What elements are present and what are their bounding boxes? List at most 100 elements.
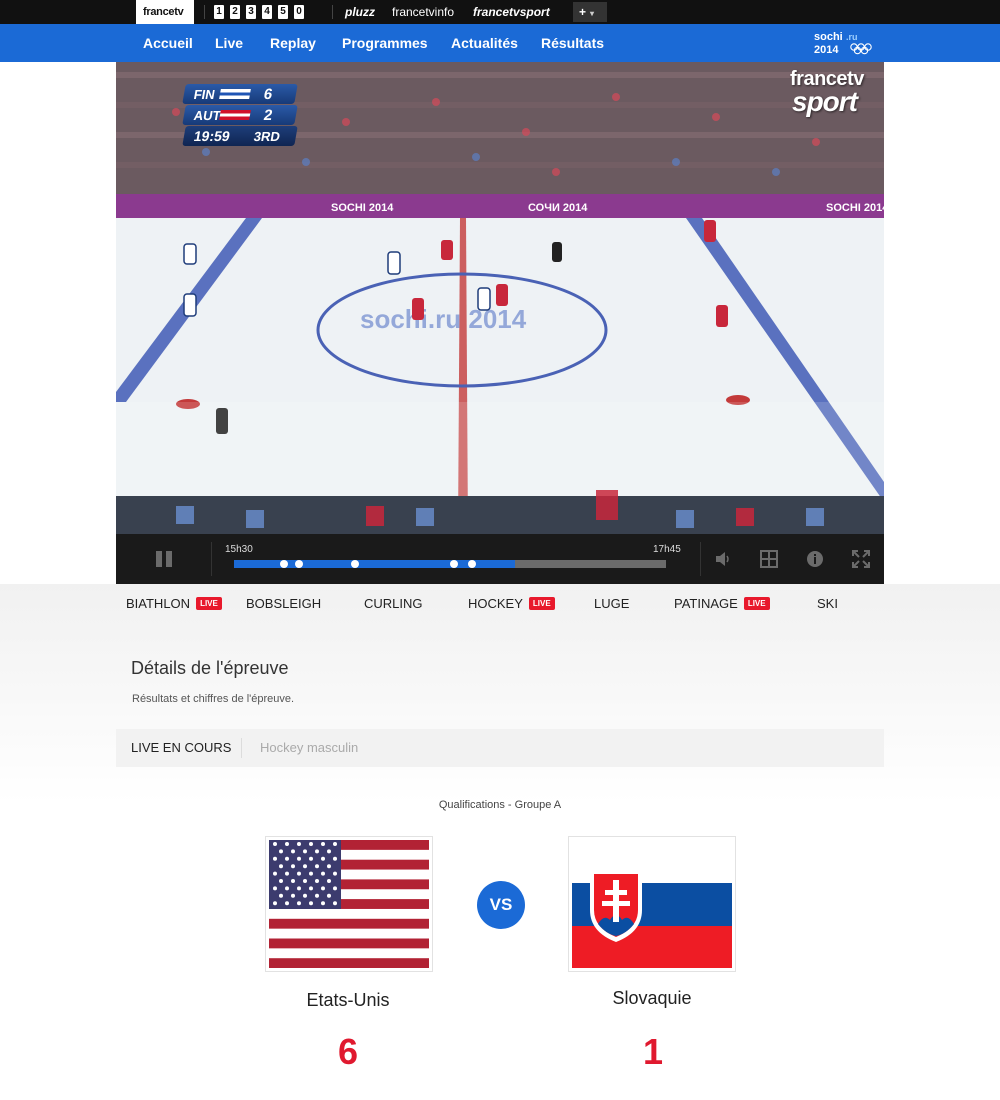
nav-item-replay[interactable]: Replay xyxy=(270,24,316,62)
sport-tab-ski[interactable]: SKI xyxy=(817,596,838,611)
flag-star xyxy=(291,893,295,898)
flag-star xyxy=(279,893,283,898)
flag-star xyxy=(321,856,325,861)
sport-tab-hockey[interactable]: HOCKEY LIVE xyxy=(468,596,555,611)
svg-text:2014: 2014 xyxy=(814,44,839,56)
flag-star xyxy=(273,886,277,891)
francetv-logo[interactable]: francetv xyxy=(136,0,194,24)
flag-star xyxy=(321,842,325,846)
flag-star xyxy=(273,901,277,906)
flag-star xyxy=(333,871,337,876)
fullscreen-icon[interactable] xyxy=(851,549,871,569)
flag-star xyxy=(303,879,307,883)
flag-star xyxy=(321,901,325,906)
channel-4-link[interactable]: 4 xyxy=(262,5,272,19)
sport-tab-patinage[interactable]: PATINAGE LIVE xyxy=(674,596,770,611)
nav-item-actualites[interactable]: Actualités xyxy=(451,24,518,62)
sport-label: SKI xyxy=(817,596,838,611)
pluzz-link[interactable]: pluzz xyxy=(345,0,375,24)
sport-tab-biathlon[interactable]: BIATHLON LIVE xyxy=(126,596,222,611)
event-name[interactable]: Hockey masculin xyxy=(260,729,358,767)
flag-star xyxy=(333,842,337,846)
versus-badge: VS xyxy=(477,881,525,929)
flag-star xyxy=(297,886,301,891)
slovakia-flag-icon xyxy=(572,840,732,968)
away-team-name: Slovaquie xyxy=(612,988,692,1008)
details-title: Détails de l'épreuve xyxy=(131,658,289,678)
competition-phase: Qualifications - Groupe A xyxy=(438,799,562,811)
divider xyxy=(241,738,242,758)
flag-star xyxy=(333,856,337,861)
nav-item-accueil[interactable]: Accueil xyxy=(143,24,193,62)
flag-star xyxy=(333,886,337,891)
flag-star xyxy=(309,856,313,861)
flag-star xyxy=(321,886,325,891)
info-icon[interactable] xyxy=(805,549,825,569)
flag-star xyxy=(315,879,319,883)
flag-star xyxy=(291,849,295,854)
plus-label: + xyxy=(579,5,587,19)
pause-button[interactable] xyxy=(156,551,172,567)
team-flag-usa xyxy=(265,836,433,972)
highlight-marker[interactable] xyxy=(295,560,304,568)
scorebug-row-clock: 19:59 3RD xyxy=(182,126,298,146)
broadcaster-watermark-bottom: sport xyxy=(792,86,858,117)
channel-list: 1 2 3 4 5 0 xyxy=(214,5,304,19)
away-team-score: 1 xyxy=(642,1031,664,1072)
flag-star xyxy=(315,864,319,869)
flag-star xyxy=(297,871,301,876)
sport-label: LUGE xyxy=(594,596,630,611)
flag-star xyxy=(315,849,319,854)
flag-star xyxy=(327,879,331,883)
live-badge: LIVE xyxy=(743,597,770,610)
flag-star xyxy=(315,893,319,898)
sport-tab-bobsleigh[interactable]: BOBSLEIGH xyxy=(246,596,321,611)
live-badge: LIVE xyxy=(528,597,555,610)
progress-bar[interactable] xyxy=(234,560,666,568)
highlight-marker[interactable] xyxy=(449,560,458,568)
more-sites-button[interactable]: + ▾ xyxy=(573,2,607,22)
nav-item-programmes[interactable]: Programmes xyxy=(342,24,428,62)
nav-item-live[interactable]: Live xyxy=(215,24,243,62)
flag-star xyxy=(285,901,289,906)
volume-icon[interactable] xyxy=(713,549,733,569)
flag-star xyxy=(309,842,313,846)
team-flag-slovakia xyxy=(568,836,736,972)
nav-item-resultats[interactable]: Résultats xyxy=(541,24,604,62)
highlight-marker[interactable] xyxy=(279,560,288,568)
divider xyxy=(204,5,205,19)
flag-star xyxy=(303,893,307,898)
flag-star xyxy=(279,864,283,869)
highlight-marker[interactable] xyxy=(351,560,360,568)
flag-star xyxy=(291,879,295,883)
start-time: 15h30 xyxy=(225,544,253,555)
flag-star xyxy=(273,842,277,846)
sport-tab-curling[interactable]: CURLING xyxy=(364,596,423,611)
flag-star xyxy=(279,849,283,854)
board-text-right: SOCHI 2014 xyxy=(826,202,884,214)
channel-3-link[interactable]: 3 xyxy=(246,5,256,19)
channel-0-link[interactable]: 0 xyxy=(294,5,304,19)
usa-flag-icon xyxy=(269,840,429,968)
sport-label: CURLING xyxy=(364,596,423,611)
channel-1-link[interactable]: 1 xyxy=(214,5,224,19)
live-event-bar: LIVE EN COURS Hockey masculin xyxy=(116,729,884,767)
player-controls: 15h30 17h45 xyxy=(116,534,884,584)
sport-label: PATINAGE xyxy=(674,596,738,611)
francetvinfo-link[interactable]: francetvinfo xyxy=(392,0,454,24)
video-player[interactable]: SOCHI 2014 СОЧИ 2014 SOCHI 2014 sochi.ru… xyxy=(116,62,884,534)
home-team-score: 6 xyxy=(337,1031,359,1072)
flag-star xyxy=(285,871,289,876)
team1-score: 6 xyxy=(262,85,274,103)
sport-tab-luge[interactable]: LUGE xyxy=(594,596,629,611)
highlight-marker[interactable] xyxy=(468,560,477,568)
grid-view-icon[interactable] xyxy=(759,549,779,569)
game-clock: 19:59 xyxy=(192,128,232,144)
sochi-2014-logo[interactable]: sochi .ru 2014 xyxy=(814,29,876,57)
network-bar: francetv 1 2 3 4 5 0 pluzz francetvinfo … xyxy=(0,0,1000,24)
channel-2-link[interactable]: 2 xyxy=(230,5,240,19)
francetvsport-link[interactable]: francetvsport xyxy=(473,0,550,24)
main-nav: Accueil Live Replay Programmes Actualité… xyxy=(0,24,1000,62)
sport-label: BIATHLON xyxy=(126,596,191,611)
channel-5-link[interactable]: 5 xyxy=(278,5,288,19)
